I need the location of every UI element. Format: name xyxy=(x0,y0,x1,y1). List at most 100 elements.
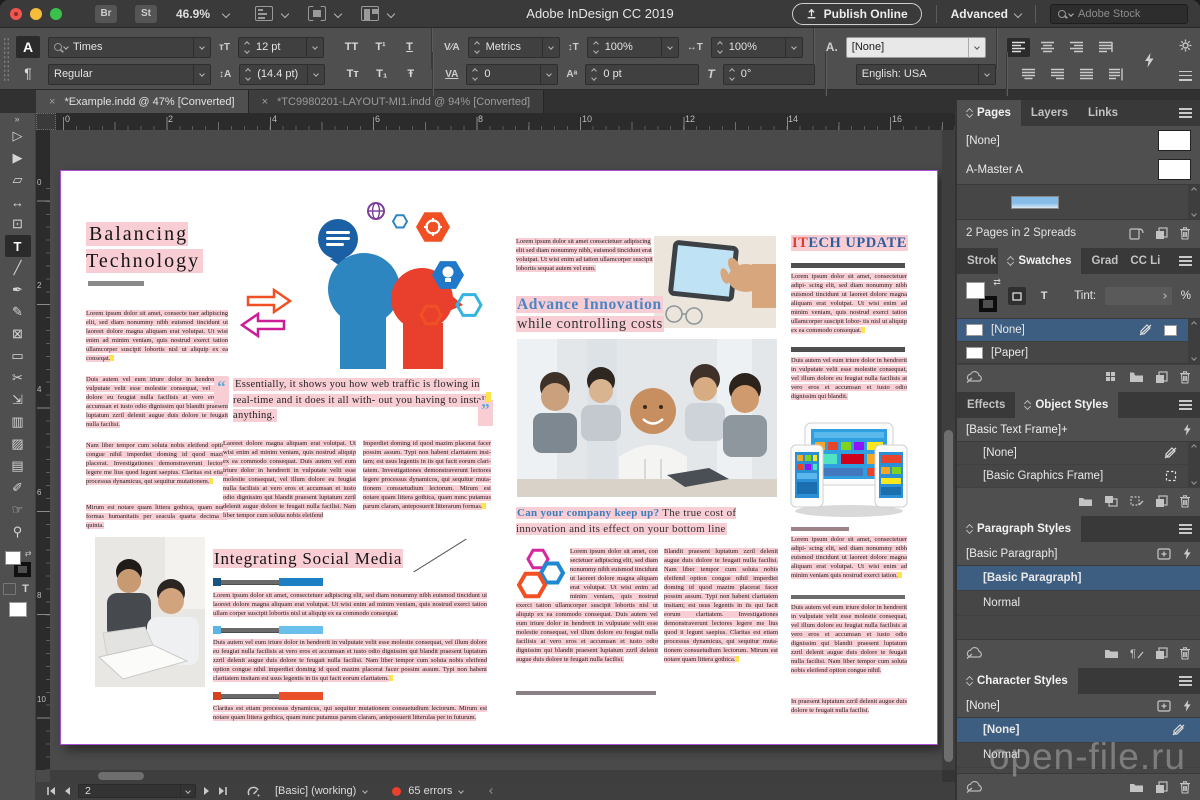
object-styles-panel-menu-icon[interactable] xyxy=(1179,400,1192,410)
tab-effects[interactable]: Effects xyxy=(957,392,1015,418)
tab-swatches[interactable]: Swatches xyxy=(998,248,1081,274)
object-styles-scrollbar[interactable] xyxy=(1188,442,1200,487)
tint-field[interactable] xyxy=(1105,287,1172,305)
strikethrough-button[interactable]: Ŧ xyxy=(399,64,422,84)
swatch-row-none[interactable]: [None] xyxy=(957,319,1200,342)
leading-stepper[interactable] xyxy=(240,69,252,80)
horizontal-scale-dropdown-button[interactable] xyxy=(785,38,802,57)
vertical-scale-dropdown-button[interactable] xyxy=(661,38,678,57)
fill-stroke-proxy[interactable]: ⇄ xyxy=(966,280,999,312)
tab-links[interactable]: Links xyxy=(1078,100,1128,126)
page-number-dropdown-button[interactable] xyxy=(180,785,195,797)
style-group-icon[interactable] xyxy=(1078,495,1093,507)
style-override-plus-icon[interactable] xyxy=(1157,700,1171,712)
photo-men-laptop[interactable] xyxy=(94,537,206,687)
edit-page-size-icon[interactable] xyxy=(1129,227,1144,240)
screen-mode-icon[interactable] xyxy=(308,6,326,21)
view-options-icon[interactable] xyxy=(255,6,273,21)
control-panel-settings-button[interactable] xyxy=(1179,39,1192,52)
tab-cc-libraries[interactable]: CC Li xyxy=(1128,248,1170,274)
tab-gradient[interactable]: Grad xyxy=(1081,248,1128,274)
object-style-row-none[interactable]: [None] xyxy=(957,442,1200,465)
underline-button[interactable]: T xyxy=(398,37,421,57)
selection-tool[interactable]: ▷ xyxy=(5,125,31,147)
vertical-ruler[interactable]: 0 2 4 6 8 10 xyxy=(36,130,50,770)
clear-overrides-icon[interactable]: ¶ xyxy=(1130,647,1144,660)
vertical-scale-stepper[interactable] xyxy=(588,42,600,53)
skew-stepper[interactable] xyxy=(724,69,736,80)
scroll-up-icon[interactable] xyxy=(1191,187,1197,193)
document-tab-layout[interactable]: × *TC9980201-LAYOUT-MI1.indd @ 94% [Conv… xyxy=(249,90,545,113)
master-a-thumbnail[interactable] xyxy=(1158,159,1191,180)
stat-bar-lightblue[interactable] xyxy=(213,626,323,634)
body-text-frame[interactable]: Lorem ipsum dolor sit amet, consectetuer… xyxy=(213,591,487,618)
kerning-field[interactable]: Metrics xyxy=(468,37,560,58)
body-text-frame[interactable]: Lorem ipsum dolor sit amet consectetuer … xyxy=(516,237,654,273)
first-page-button[interactable] xyxy=(46,786,56,796)
publish-online-button[interactable]: Publish Online xyxy=(792,3,922,25)
hand-tool[interactable]: ☞ xyxy=(5,499,31,521)
scroll-down-icon[interactable] xyxy=(1191,479,1197,485)
tab-layers[interactable]: Layers xyxy=(1021,100,1078,126)
zoom-dropdown-icon[interactable] xyxy=(222,9,230,17)
stock-button[interactable]: St xyxy=(135,5,157,23)
pages-panel-menu-icon[interactable] xyxy=(1179,108,1192,118)
arrange-documents-icon[interactable] xyxy=(361,6,379,21)
paragraph-formatting-mode-button[interactable]: ¶ xyxy=(16,62,40,84)
body-text-frame[interactable]: Blandit praesent luptatum zzril delenit … xyxy=(664,547,778,664)
swap-fill-stroke-icon[interactable]: ⇄ xyxy=(993,277,1001,288)
body-text-frame[interactable]: Duis autem vel eum iriure dolor in hendr… xyxy=(86,375,228,429)
pen-tool[interactable]: ✒ xyxy=(5,279,31,301)
align-left-button[interactable] xyxy=(1007,38,1030,57)
body-text-frame[interactable]: Lorem ipsum dolor sit amet, consectetuer… xyxy=(791,272,907,335)
body-text-frame[interactable]: Duis autem vel eum iriure dolor in hendr… xyxy=(791,356,907,401)
content-collector-tool[interactable]: ⊡ xyxy=(5,213,31,235)
toolbar-expand-icon[interactable]: » xyxy=(14,113,20,125)
image-devices-mockup[interactable] xyxy=(789,417,909,519)
new-color-group-icon[interactable] xyxy=(1129,371,1144,383)
swatches-panel-menu-icon[interactable] xyxy=(1179,256,1192,266)
fill-proxy-none[interactable] xyxy=(966,282,985,299)
apply-none-button[interactable] xyxy=(9,602,27,617)
skew-field[interactable]: 0° xyxy=(723,64,815,85)
superscript-button[interactable]: T¹ xyxy=(369,37,392,57)
align-center-button[interactable] xyxy=(1036,38,1059,57)
previous-page-button[interactable] xyxy=(63,786,71,796)
cc-libraries-sync-icon[interactable] xyxy=(966,371,984,383)
master-page-row-none[interactable]: [None] xyxy=(957,126,1200,155)
zoom-level-value[interactable]: 46.9% xyxy=(176,7,210,21)
horizontal-scale-field[interactable]: 100% xyxy=(711,37,803,58)
kerning-dropdown-button[interactable] xyxy=(542,38,559,57)
document-canvas[interactable]: 0 2 4 6 8 10 Balancing Technology Lorem … xyxy=(36,130,955,782)
pages-scrollbar[interactable] xyxy=(1188,185,1200,219)
new-swatch-icon[interactable] xyxy=(1155,371,1168,384)
tab-pages[interactable]: Pages xyxy=(957,100,1021,126)
body-text-frame[interactable]: Claritas est etiam processus dynamicus, … xyxy=(213,704,487,722)
quick-apply-icon[interactable] xyxy=(1183,700,1191,712)
new-character-style-icon[interactable] xyxy=(1155,781,1168,794)
style-group-icon[interactable] xyxy=(1104,647,1119,659)
document-page[interactable]: Balancing Technology Lorem ipsum dolor s… xyxy=(60,170,938,745)
leading-field[interactable]: (14.4 pt) xyxy=(239,64,325,85)
align-right-button[interactable] xyxy=(1065,38,1088,57)
photo-tablet-hand[interactable] xyxy=(654,235,776,329)
delete-swatch-icon[interactable] xyxy=(1179,370,1191,384)
tab-stroke[interactable]: Strok xyxy=(957,248,998,274)
quick-apply-icon[interactable] xyxy=(1183,548,1191,560)
style-group-icon[interactable] xyxy=(1129,781,1144,793)
tab-paragraph-styles[interactable]: Paragraph Styles xyxy=(957,516,1081,542)
bridge-button[interactable]: Br xyxy=(95,5,117,23)
adobe-stock-search-input[interactable]: Adobe Stock xyxy=(1050,4,1188,24)
object-style-row-graphics-frame[interactable]: [Basic Graphics Frame] xyxy=(957,465,1200,488)
spread-thumbnail[interactable] xyxy=(1011,196,1059,209)
document-tab-example[interactable]: × *Example.indd @ 47% [Converted] xyxy=(36,90,249,113)
new-page-icon[interactable] xyxy=(1155,227,1168,240)
cc-libraries-sync-icon[interactable] xyxy=(966,781,984,793)
formatting-affects-container-button[interactable] xyxy=(1008,287,1026,305)
screen-mode-dropdown-icon[interactable] xyxy=(334,9,342,17)
paragraph-styles-panel-menu-icon[interactable] xyxy=(1179,524,1192,534)
justify-all-button[interactable] xyxy=(1075,65,1098,84)
character-style-select[interactable]: [None] xyxy=(846,37,986,58)
cc-libraries-sync-icon[interactable] xyxy=(966,647,984,659)
horizontal-scale-stepper[interactable] xyxy=(712,42,724,53)
